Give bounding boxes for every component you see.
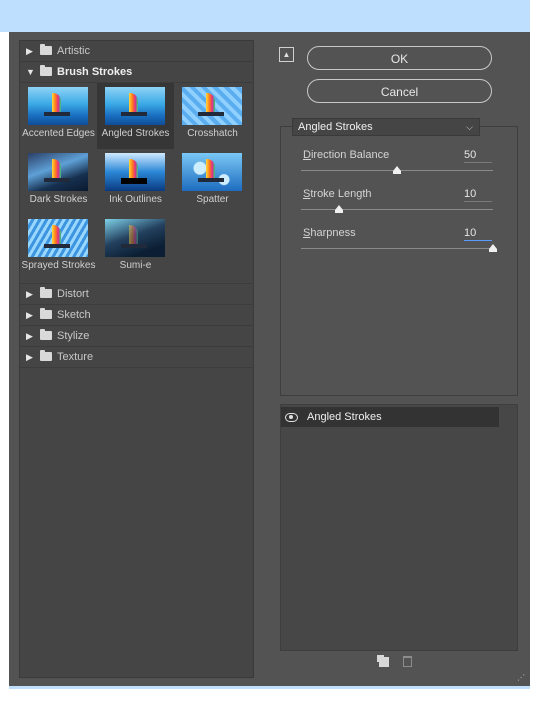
param-label: Sharpness	[303, 227, 356, 239]
window-titlebar	[0, 0, 530, 32]
folder-icon	[40, 65, 52, 76]
filter-thumb-dark-strokes[interactable]: Dark Strokes	[20, 149, 97, 215]
folder-icon	[40, 44, 52, 55]
new-layer-icon[interactable]	[377, 655, 389, 667]
category-distort[interactable]: ▶ Distort	[20, 284, 253, 305]
param-sharpness: Sharpness 10	[301, 227, 497, 261]
category-sketch[interactable]: ▶ Sketch	[20, 305, 253, 326]
collapse-icon[interactable]: ▲	[279, 47, 294, 62]
category-label: Brush Strokes	[57, 66, 133, 78]
folder-icon	[40, 350, 52, 361]
filter-thumb-crosshatch[interactable]: Crosshatch	[174, 83, 251, 149]
thumbnail-image	[182, 87, 242, 125]
filter-thumb-spatter[interactable]: Spatter	[174, 149, 251, 215]
folder-icon	[40, 287, 52, 298]
filter-thumb-sumi-e[interactable]: Sumi-e	[97, 215, 174, 281]
slider-thumb[interactable]	[335, 205, 344, 213]
param-label: Stroke Length	[303, 188, 372, 200]
param-stroke-length: Stroke Length 10	[301, 188, 496, 222]
slider-track[interactable]	[301, 248, 493, 249]
stroke-length-input[interactable]: 10	[464, 188, 492, 202]
thumbnail-image	[105, 87, 165, 125]
filter-caption: Spatter	[196, 194, 229, 205]
collapse-triangle-icon[interactable]: ▼	[26, 62, 35, 82]
slider-track[interactable]	[301, 209, 493, 210]
filter-thumb-ink-outlines[interactable]: Ink Outlines	[97, 149, 174, 215]
resize-grip-icon[interactable]: ⋰	[517, 673, 525, 682]
filter-caption: Sprayed Strokes	[21, 260, 96, 271]
thumbnail-image	[28, 87, 88, 125]
effect-layer-name: Angled Strokes	[307, 411, 382, 423]
folder-icon	[40, 308, 52, 319]
category-label: Texture	[57, 351, 94, 363]
filter-gallery-window: ▶ Artistic ▼ Brush Strokes Accented Edge…	[9, 32, 530, 686]
sharpness-input[interactable]: 10	[464, 227, 492, 241]
window-bottom-edge	[9, 686, 530, 689]
direction-balance-input[interactable]: 50	[464, 149, 492, 163]
effect-layers-panel: Angled Strokes	[280, 404, 518, 651]
eye-icon[interactable]	[285, 411, 298, 423]
category-label: Artistic	[57, 45, 90, 57]
cancel-button[interactable]: Cancel	[307, 79, 492, 103]
effect-layer-row[interactable]: Angled Strokes	[281, 407, 499, 427]
slider-thumb[interactable]	[489, 244, 497, 252]
category-label: Distort	[57, 288, 89, 300]
filter-caption: Accented Edges	[22, 128, 95, 139]
brush-strokes-thumbnails: Accented Edges Angled Strokes Crosshatch…	[20, 83, 253, 284]
thumbnail-image	[28, 219, 88, 257]
expand-triangle-icon[interactable]: ▶	[26, 41, 33, 61]
thumbnail-image	[182, 153, 242, 191]
filter-caption: Sumi-e	[119, 260, 152, 271]
filter-caption: Ink Outlines	[109, 194, 162, 205]
thumbnail-image	[28, 153, 88, 191]
filter-select-value: Angled Strokes	[298, 121, 373, 133]
category-stylize[interactable]: ▶ Stylize	[20, 326, 253, 347]
expand-triangle-icon[interactable]: ▶	[26, 347, 33, 367]
filter-thumb-accented-edges[interactable]: Accented Edges	[20, 83, 97, 149]
expand-triangle-icon[interactable]: ▶	[26, 284, 33, 304]
filter-gallery-panel: ▶ Artistic ▼ Brush Strokes Accented Edge…	[19, 40, 254, 678]
category-label: Stylize	[57, 330, 90, 342]
thumbnail-image	[105, 219, 165, 257]
chevron-down-icon: ⌵	[466, 122, 473, 132]
ok-button[interactable]: OK	[307, 46, 492, 70]
category-label: Sketch	[57, 309, 91, 321]
filter-caption: Dark Strokes	[29, 194, 88, 205]
filter-caption: Angled Strokes	[101, 128, 170, 139]
filter-thumb-angled-strokes[interactable]: Angled Strokes	[97, 83, 174, 149]
thumbnail-image	[105, 153, 165, 191]
category-brush-strokes[interactable]: ▼ Brush Strokes	[20, 62, 253, 83]
trash-icon[interactable]	[403, 656, 412, 667]
param-label: Direction Balance	[303, 149, 390, 161]
category-artistic[interactable]: ▶ Artistic	[20, 41, 253, 62]
filter-thumb-sprayed-strokes[interactable]: Sprayed Strokes	[20, 215, 97, 281]
filter-caption: Crosshatch	[187, 128, 238, 139]
expand-triangle-icon[interactable]: ▶	[26, 326, 33, 346]
expand-triangle-icon[interactable]: ▶	[26, 305, 33, 325]
category-texture[interactable]: ▶ Texture	[20, 347, 253, 368]
slider-thumb[interactable]	[393, 166, 401, 174]
folder-icon	[40, 329, 52, 340]
filter-select[interactable]: Angled Strokes ⌵	[292, 118, 480, 136]
param-direction-balance: Direction Balance 50	[301, 149, 496, 183]
